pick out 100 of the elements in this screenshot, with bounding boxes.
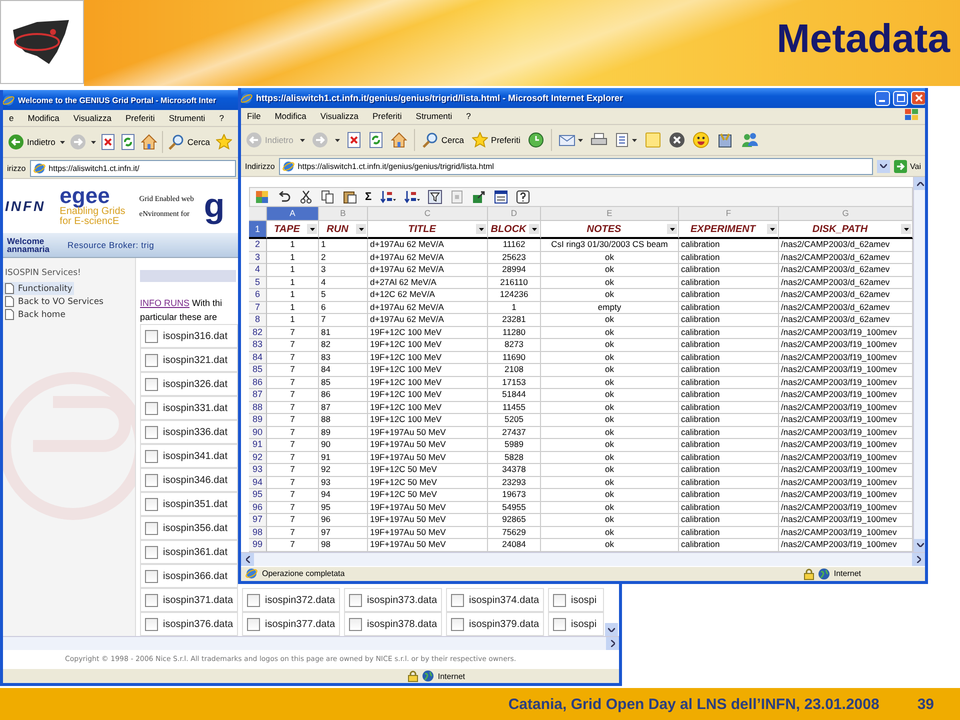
scroll-right-button[interactable]	[912, 552, 925, 566]
edit-button[interactable]	[614, 132, 638, 148]
filter-dropdown-button[interactable]	[307, 224, 317, 234]
sum-button[interactable]: Σ	[364, 190, 373, 204]
checkbox[interactable]	[145, 546, 158, 558]
row-header[interactable]: 90	[249, 426, 267, 439]
close-button[interactable]	[911, 91, 925, 105]
row-header[interactable]: 6	[249, 289, 267, 302]
checkbox[interactable]	[349, 594, 362, 606]
menu-item[interactable]: Strumenti	[416, 111, 452, 121]
row-header[interactable]: 88	[249, 402, 267, 414]
checkbox[interactable]	[145, 354, 158, 366]
checkbox[interactable]	[145, 330, 158, 342]
toolbar-button[interactable]	[320, 189, 336, 205]
sidebar-item[interactable]: Functionality	[3, 282, 74, 295]
checkbox[interactable]	[145, 522, 158, 534]
print-button[interactable]	[590, 132, 608, 148]
checkbox[interactable]	[451, 618, 464, 630]
row-header[interactable]: 2	[249, 239, 267, 252]
toolbar-button[interactable]	[402, 189, 421, 205]
filter-dropdown-button[interactable]	[667, 224, 677, 234]
menu-item[interactable]: Visualizza	[73, 113, 112, 123]
home-button[interactable]	[390, 131, 408, 149]
menu-item[interactable]: Modifica	[28, 113, 60, 123]
menu-item[interactable]: Preferiti	[126, 113, 155, 123]
menu-item[interactable]: ?	[466, 111, 471, 121]
row-header[interactable]: 91	[249, 439, 267, 452]
scroll-left-button[interactable]	[241, 552, 254, 566]
sidebar-item[interactable]: Back home	[3, 308, 68, 321]
menu-item[interactable]: Strumenti	[168, 113, 206, 123]
toolbar-button[interactable]	[342, 189, 358, 205]
checkbox[interactable]	[553, 618, 566, 630]
info-link[interactable]: INFO RUNS	[140, 298, 190, 308]
checkbox[interactable]	[145, 570, 158, 582]
row-header[interactable]: 83	[249, 339, 267, 352]
favorites-button[interactable]	[215, 133, 234, 151]
checkbox[interactable]	[145, 450, 158, 462]
row-header[interactable]: 92	[249, 452, 267, 464]
menu-item[interactable]: File	[247, 111, 261, 121]
stop-button[interactable]	[346, 131, 362, 149]
scroll-right-button[interactable]	[606, 637, 619, 650]
history-button[interactable]	[527, 131, 546, 149]
messenger-button[interactable]	[740, 131, 760, 149]
home-button[interactable]	[140, 133, 158, 151]
row-header[interactable]: 8	[249, 314, 267, 326]
checkbox[interactable]	[451, 594, 464, 606]
checkbox[interactable]	[145, 594, 158, 606]
sidebar-item[interactable]: Back to VO Services	[3, 295, 106, 308]
refresh-button[interactable]	[368, 131, 384, 149]
checkbox[interactable]	[349, 618, 362, 630]
toolbar-button[interactable]	[378, 189, 397, 205]
go-button[interactable]: Vai	[894, 160, 921, 172]
menu-item[interactable]: e	[9, 113, 14, 123]
toolbar-button[interactable]	[426, 189, 443, 205]
minimize-button[interactable]	[875, 90, 890, 106]
filter-dropdown-button[interactable]	[901, 224, 911, 234]
maximize-button[interactable]	[893, 90, 908, 106]
scrollbar[interactable]	[3, 636, 619, 650]
row-header[interactable]: 4	[249, 264, 267, 276]
row-header[interactable]: 3	[249, 252, 267, 264]
row-header[interactable]: 1	[249, 221, 267, 239]
row-header[interactable]: 95	[249, 489, 267, 502]
scroll-down-button[interactable]	[914, 538, 925, 552]
toolbar-button[interactable]	[514, 189, 531, 205]
address-field[interactable]: https://aliswitch1.ct.infn.it/	[30, 160, 236, 176]
scrollbar[interactable]	[913, 177, 925, 552]
filter-dropdown-button[interactable]	[476, 224, 486, 234]
checkbox[interactable]	[247, 594, 260, 606]
address-field[interactable]: https://aliswitch1.ct.infn.it/genius/genius/trigrid/lista.html	[278, 158, 874, 174]
row-header[interactable]: 98	[249, 526, 267, 539]
filter-dropdown-button[interactable]	[356, 224, 366, 234]
checkbox[interactable]	[145, 618, 158, 630]
row-header[interactable]: 93	[249, 464, 267, 476]
row-header[interactable]: 5	[249, 276, 267, 289]
mail-button[interactable]	[558, 132, 584, 148]
row-header[interactable]: 82	[249, 326, 267, 339]
checkbox[interactable]	[145, 378, 158, 390]
row-header[interactable]: 85	[249, 364, 267, 376]
row-header[interactable]: 7	[249, 302, 267, 314]
row-header[interactable]: 84	[249, 352, 267, 364]
back-button[interactable]: Indietro	[7, 133, 56, 151]
menu-item[interactable]: ?	[219, 113, 224, 123]
scroll-down-button[interactable]	[605, 623, 618, 636]
menu-item[interactable]: Visualizza	[320, 111, 358, 121]
row-header[interactable]: 97	[249, 514, 267, 526]
column-header[interactable]: A	[267, 207, 319, 221]
dropdown-button[interactable]	[877, 160, 890, 172]
refresh-button[interactable]	[120, 133, 136, 151]
toolbar-button[interactable]	[470, 189, 487, 205]
smiley-button[interactable]	[692, 131, 710, 149]
search-button[interactable]: Cerca	[421, 131, 466, 149]
checkbox[interactable]	[145, 426, 158, 438]
favorites-button[interactable]: Preferiti	[471, 131, 522, 149]
search-button[interactable]: Cerca	[167, 133, 212, 151]
row-header[interactable]: 96	[249, 502, 267, 514]
filter-dropdown-button[interactable]	[529, 224, 539, 234]
filter-dropdown-button[interactable]	[767, 224, 777, 234]
checkbox[interactable]	[145, 474, 158, 486]
stop-button[interactable]	[100, 133, 116, 151]
scrollbar[interactable]	[241, 552, 925, 566]
